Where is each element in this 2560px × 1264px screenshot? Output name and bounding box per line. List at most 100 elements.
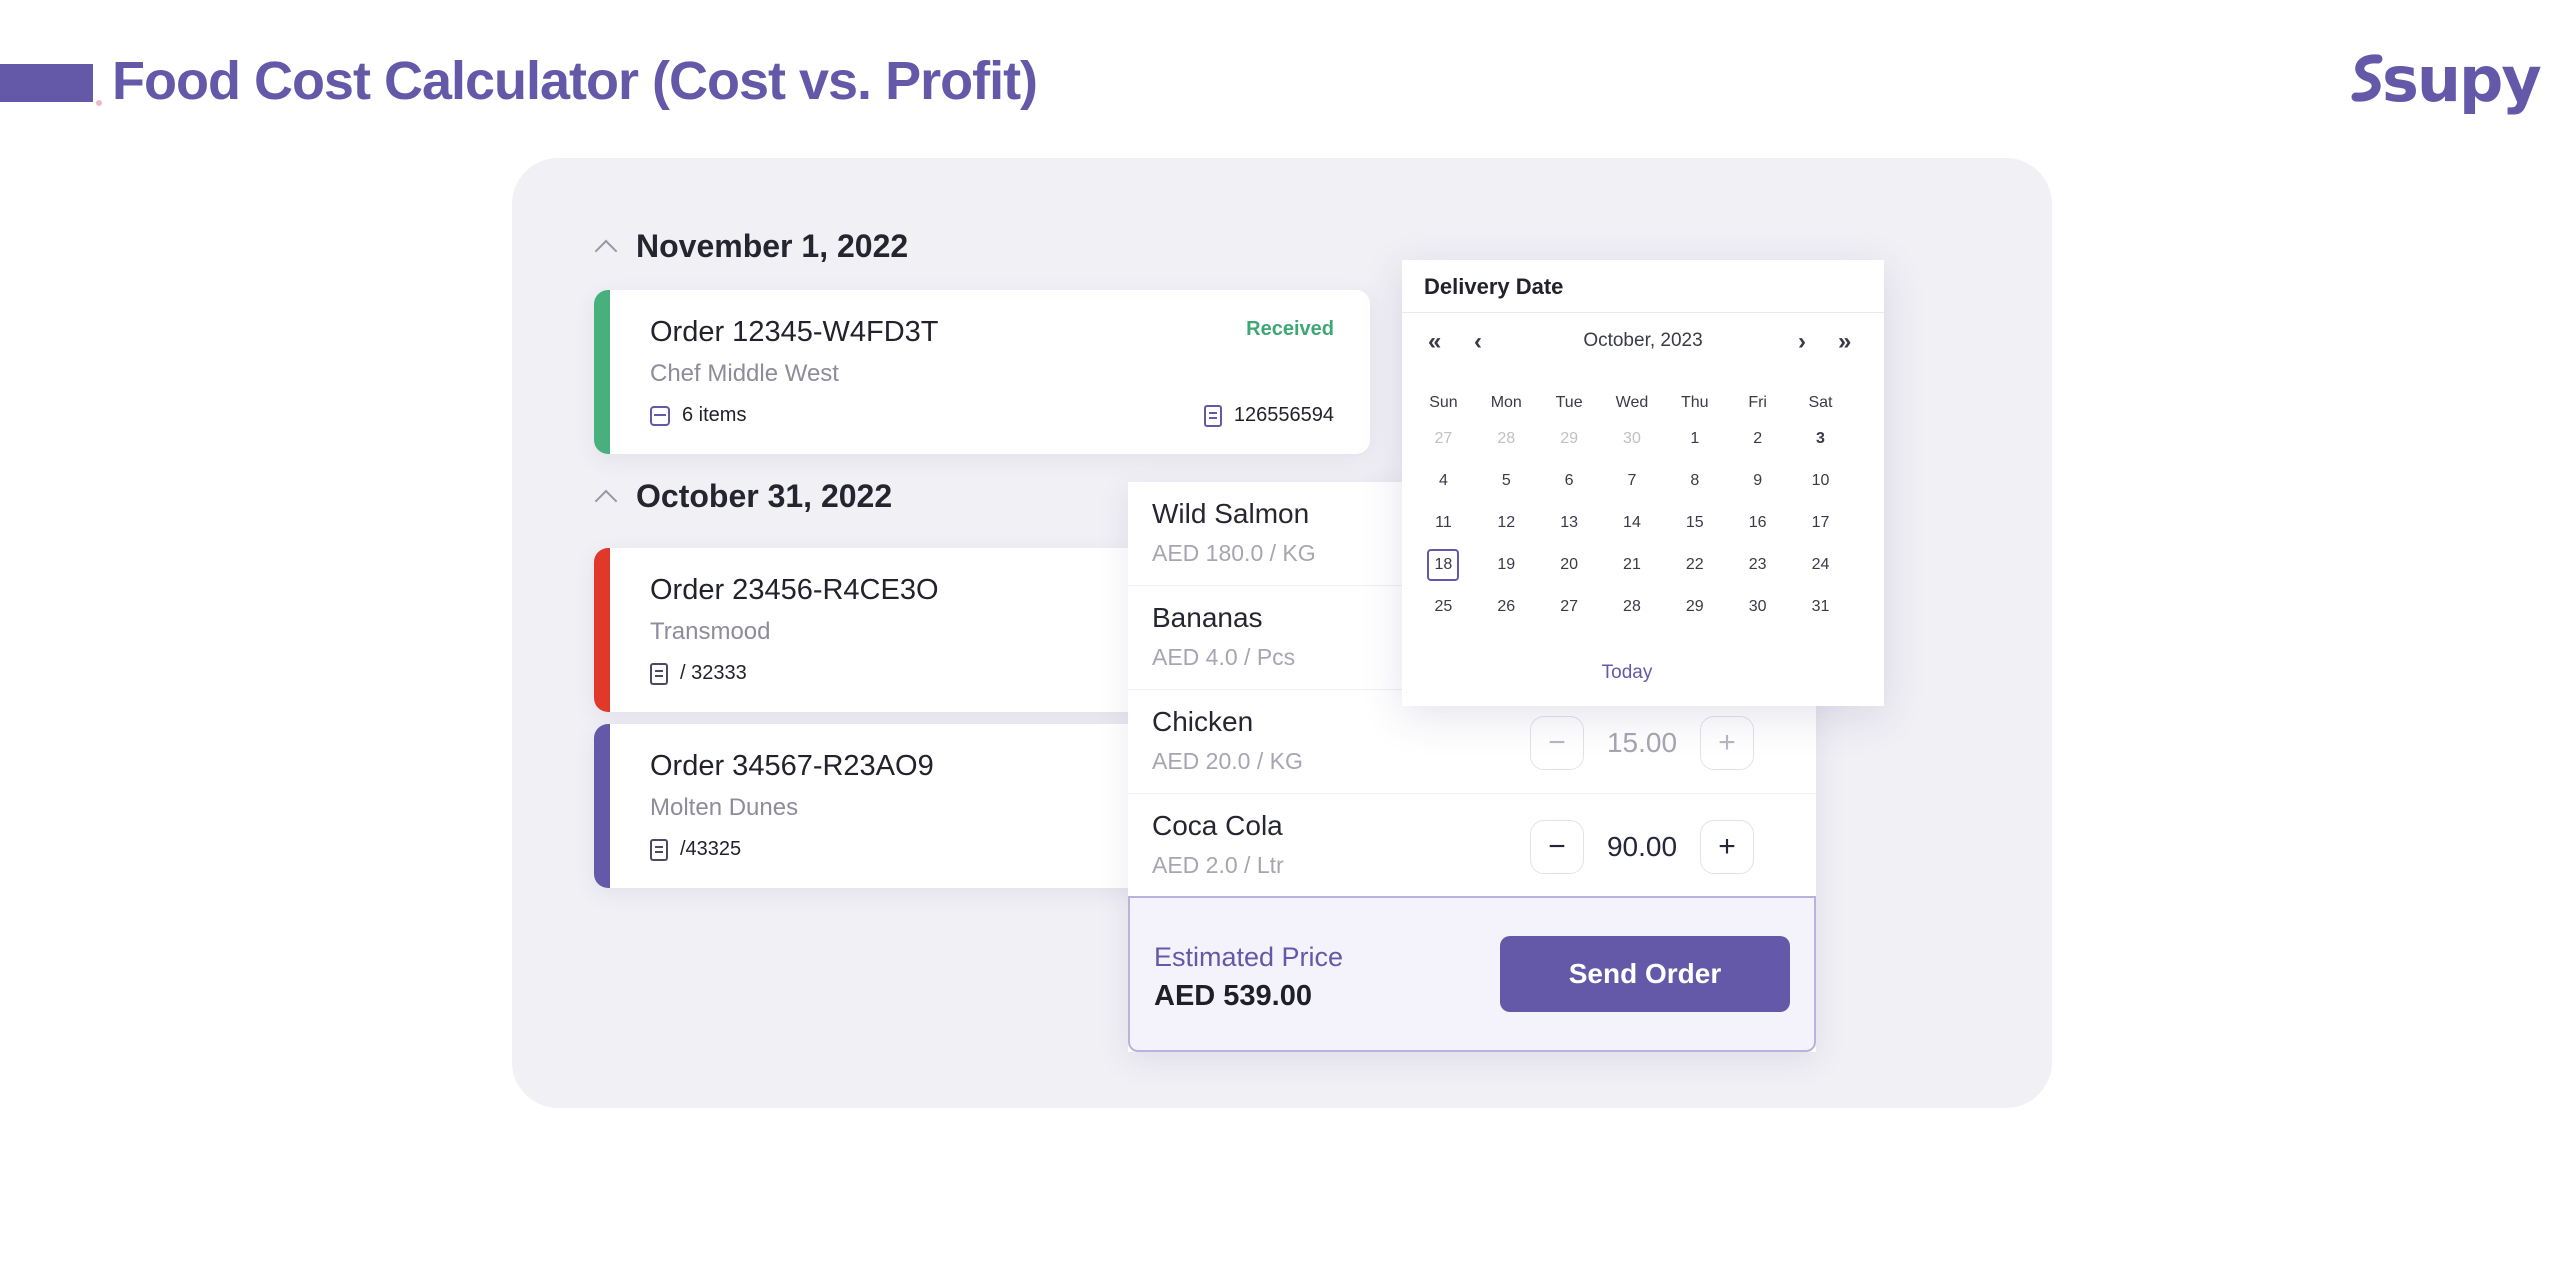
- divider: [1402, 312, 1884, 313]
- title-accent-bar: [0, 64, 93, 102]
- calendar-day[interactable]: 17: [1789, 502, 1852, 544]
- calendar-day[interactable]: 23: [1726, 544, 1789, 586]
- order-ref-number: /43325: [680, 838, 742, 860]
- section-header-oct-31[interactable]: October 31, 2022: [594, 478, 893, 515]
- calendar-day[interactable]: 27: [1538, 586, 1601, 628]
- order-card[interactable]: Order 12345-W4FD3T Received Chef Middle …: [594, 290, 1370, 454]
- calendar-day-selected[interactable]: 18: [1412, 544, 1475, 586]
- weekday-label: Sat: [1808, 394, 1833, 411]
- decrease-button[interactable]: −: [1530, 716, 1584, 770]
- weekday-label: Mon: [1490, 394, 1522, 411]
- calendar-day[interactable]: 7: [1601, 460, 1664, 502]
- receipt-icon: [650, 838, 668, 861]
- calendar-day[interactable]: 9: [1726, 460, 1789, 502]
- calendar-day[interactable]: 22: [1663, 544, 1726, 586]
- calendar-day[interactable]: 13: [1538, 502, 1601, 544]
- order-card[interactable]: Order 23456-R4CE3O Transmood / 32333: [594, 548, 1154, 712]
- calendar-day[interactable]: 28: [1601, 586, 1664, 628]
- calendar-day[interactable]: 10: [1789, 460, 1852, 502]
- calendar-day[interactable]: 14: [1601, 502, 1664, 544]
- calendar-day[interactable]: 11: [1412, 502, 1475, 544]
- section-date: October 31, 2022: [636, 478, 893, 514]
- product-name: Coca Cola: [1152, 810, 1283, 841]
- order-ref-number: 126556594: [1233, 404, 1334, 426]
- status-badge: Received: [1246, 318, 1334, 340]
- quantity-stepper[interactable]: − 90.00 +: [1530, 820, 1754, 874]
- calendar-day[interactable]: 21: [1601, 544, 1664, 586]
- product-row[interactable]: Coca Cola AED 2.0 / Ltr − 90.00 +: [1128, 794, 1816, 898]
- order-status-stripe: [594, 290, 610, 454]
- calendar-day[interactable]: 28: [1475, 418, 1538, 460]
- weekday-label: Wed: [1615, 394, 1649, 411]
- decrease-button[interactable]: −: [1530, 820, 1584, 874]
- increase-button[interactable]: +: [1700, 716, 1754, 770]
- quantity-value[interactable]: 15.00: [1604, 727, 1680, 759]
- calendar-day[interactable]: 27: [1412, 418, 1475, 460]
- calendar-grid: Sun Mon Tue Wed Thu Fri Sat 27 28 29 30 1 2 3 4 5 6 7 8 9 10…: [1412, 388, 1852, 628]
- product-name: Wild Salmon: [1152, 498, 1310, 529]
- weekday-label: Fri: [1748, 394, 1767, 411]
- calendar-day[interactable]: 2: [1726, 418, 1789, 460]
- section-header-nov-1[interactable]: November 1, 2022: [594, 228, 909, 265]
- quantity-value[interactable]: 90.00: [1604, 831, 1680, 863]
- weekday-label: Tue: [1555, 394, 1583, 411]
- order-card[interactable]: Order 34567-R23AO9 Molten Dunes /43325: [594, 724, 1154, 888]
- chevron-up-icon[interactable]: [594, 489, 618, 512]
- chevron-right-icon[interactable]: ›: [1798, 328, 1806, 356]
- chevron-up-icon[interactable]: [594, 239, 618, 262]
- calendar-day[interactable]: 8: [1663, 460, 1726, 502]
- calendar-day[interactable]: 5: [1475, 460, 1538, 502]
- order-ref-number: / 32333: [680, 662, 747, 684]
- calendar-day[interactable]: 16: [1726, 502, 1789, 544]
- estimated-price-label: Estimated Price: [1154, 942, 1344, 972]
- calendar-month: October, 2023: [1583, 330, 1703, 351]
- page-title: Food Cost Calculator (Cost vs. Profit): [112, 51, 1038, 111]
- product-name: Chicken: [1152, 706, 1254, 737]
- section-date: November 1, 2022: [636, 228, 909, 264]
- logo-wordmark: supy: [2382, 42, 2542, 116]
- order-summary: Estimated Price AED 539.00 Send Order: [1128, 896, 1816, 1052]
- delivery-date-picker: Delivery Date « ‹ October, 2023 › » Sun M…: [1402, 260, 1884, 706]
- calendar-day[interactable]: 24: [1789, 544, 1852, 586]
- receipt-icon: [650, 662, 668, 685]
- calendar-day[interactable]: 4: [1412, 460, 1475, 502]
- order-title: Order 23456-R4CE3O: [650, 574, 939, 606]
- calendar-day[interactable]: 31: [1789, 586, 1852, 628]
- double-chevron-right-icon[interactable]: »: [1838, 328, 1851, 356]
- calendar-day[interactable]: 29: [1663, 586, 1726, 628]
- send-order-button[interactable]: Send Order: [1500, 936, 1790, 1012]
- calendar-day[interactable]: 1: [1663, 418, 1726, 460]
- today-link[interactable]: Today: [1402, 662, 1852, 684]
- product-price: AED 20.0 / KG: [1152, 748, 1303, 774]
- receipt-icon: [1203, 404, 1222, 427]
- weekday-label: Thu: [1681, 394, 1709, 411]
- quantity-stepper[interactable]: − 15.00 +: [1530, 716, 1754, 770]
- title-accent-dot: [96, 100, 102, 106]
- increase-button[interactable]: +: [1700, 820, 1754, 874]
- order-ref: /43325: [650, 838, 741, 861]
- calendar-day[interactable]: 26: [1475, 586, 1538, 628]
- calendar-day[interactable]: 29: [1538, 418, 1601, 460]
- order-supplier: Transmood: [650, 618, 771, 645]
- order-items: 6 items: [650, 404, 746, 427]
- product-name: Bananas: [1152, 602, 1263, 633]
- order-supplier: Chef Middle West: [650, 360, 839, 387]
- box-icon: [650, 405, 670, 426]
- calendar-day[interactable]: 15: [1663, 502, 1726, 544]
- order-ref: 126556594: [1203, 404, 1334, 427]
- calendar-day[interactable]: 6: [1538, 460, 1601, 502]
- order-ref: / 32333: [650, 662, 747, 685]
- calendar-day[interactable]: 19: [1475, 544, 1538, 586]
- calendar-day[interactable]: 12: [1475, 502, 1538, 544]
- product-price: AED 180.0 / KG: [1152, 540, 1316, 566]
- calendar-day[interactable]: 3: [1789, 418, 1852, 460]
- calendar-day[interactable]: 20: [1538, 544, 1601, 586]
- calendar-day[interactable]: 30: [1726, 586, 1789, 628]
- calendar-day[interactable]: 25: [1412, 586, 1475, 628]
- order-items-count: 6 items: [682, 404, 747, 426]
- weekday-label: Sun: [1429, 394, 1458, 411]
- product-price: AED 2.0 / Ltr: [1152, 852, 1284, 878]
- calendar-day[interactable]: 30: [1601, 418, 1664, 460]
- order-title: Order 34567-R23AO9: [650, 750, 934, 782]
- calendar-title: Delivery Date: [1424, 274, 1564, 299]
